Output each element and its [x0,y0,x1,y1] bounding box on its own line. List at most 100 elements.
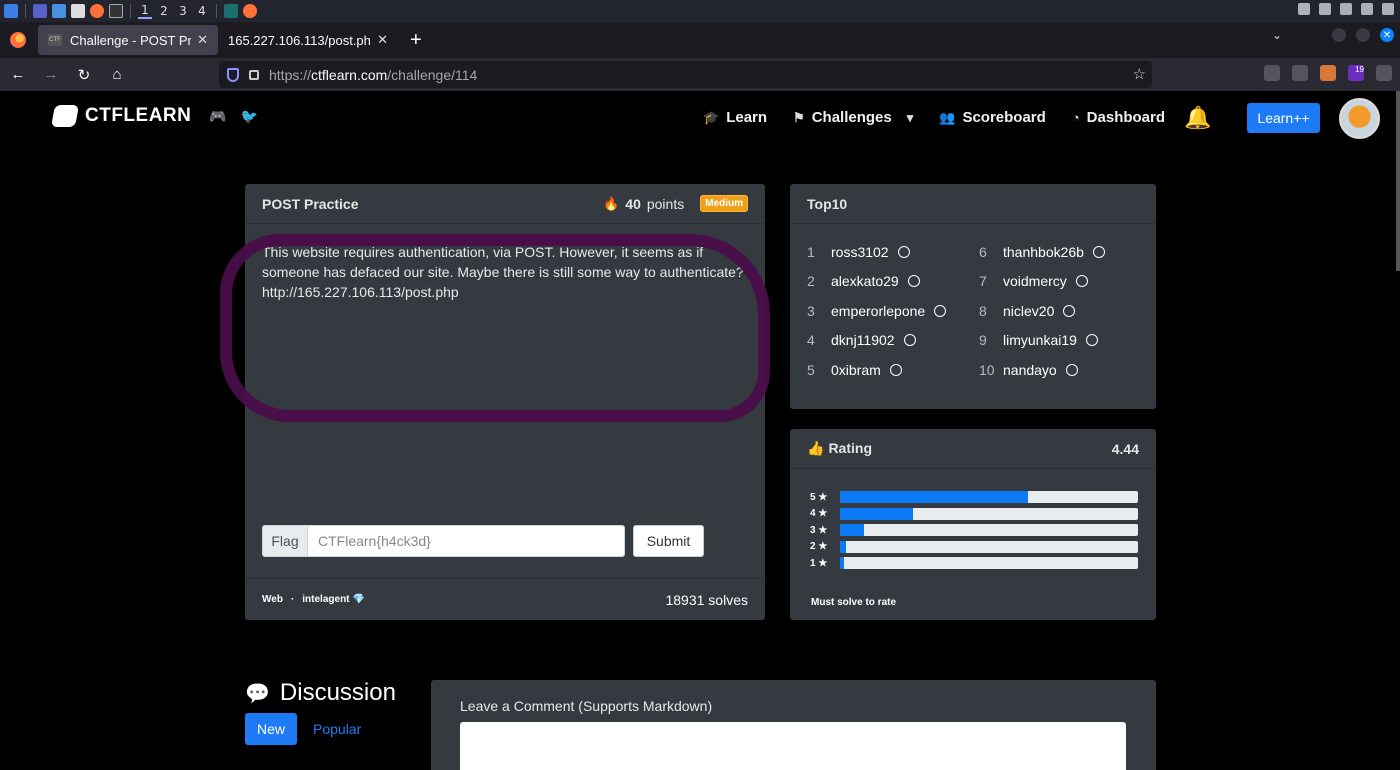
comment-textarea[interactable] [460,722,1126,770]
ctflearn-logo-icon [51,105,79,127]
nav-dashboard[interactable]: ◔ Dashboard [1072,109,1165,126]
divider [130,4,131,18]
nav-scoreboard[interactable]: 👥 Scoreboard [939,109,1046,126]
minimize-icon[interactable] [1332,28,1346,42]
url-bar[interactable]: https://ctflearn.com/challenge/114 ☆ [219,61,1152,88]
extension-avatar-icon[interactable] [1320,65,1336,81]
rating-stars-label: 2 ★ [810,541,828,553]
bookmark-star-icon[interactable]: ☆ [1133,65,1146,83]
list-item[interactable]: 1 ross3102 [807,242,979,262]
rating-bar-fill [840,540,846,553]
rating-header: 👍 Rating 4.44 [790,429,1156,469]
tab-popular[interactable]: Popular [313,721,361,737]
new-tab-icon[interactable]: + [410,29,422,52]
rating-bars: 5 ★ 4 ★ 3 ★ 2 ★ 1 ★ [810,489,1140,572]
tab-challenge[interactable]: CTF Challenge - POST Practice ✕ [38,25,218,55]
submit-button[interactable]: Submit [633,525,704,557]
site-logo[interactable]: CTFLEARN [51,105,192,127]
firefox-window-icon[interactable] [243,4,257,18]
nav-learn[interactable]: 🎓 Learn [703,109,767,126]
close-icon[interactable]: ✕ [377,32,388,48]
lock-icon[interactable] [249,69,259,80]
firefox-icon[interactable] [90,4,104,18]
list-item[interactable]: 8 niclev20 [979,301,1151,321]
workspace-2[interactable]: 2 [157,4,171,18]
back-icon[interactable]: ← [3,66,33,83]
list-item[interactable]: 9 limyunkai19 [979,331,1151,351]
username[interactable]: 0xibram [831,362,881,378]
avatar[interactable] [1339,98,1380,139]
hamburger-menu-icon[interactable] [1376,65,1392,81]
nav-scoreboard-label: Scoreboard [962,109,1046,126]
twitter-icon[interactable]: 🐦 [240,108,257,125]
clock-icon [1075,275,1088,288]
home-icon[interactable]: ⌂ [102,66,132,83]
username[interactable]: emperorlepone [831,303,925,319]
nav-dashboard-label: Dashboard [1086,109,1166,126]
discord-icon[interactable]: 🎮 [209,108,226,125]
power-icon[interactable] [1382,3,1394,15]
list-item[interactable]: 2 alexkato29 [807,272,979,292]
list-item[interactable]: 7 voidmercy [979,272,1151,292]
list-item[interactable]: 4 dknj11902 [807,331,979,351]
username[interactable]: voidmercy [1003,273,1067,289]
points-label: points [646,195,685,212]
extensions-icon[interactable] [1292,65,1308,81]
username[interactable]: niclev20 [1003,303,1054,319]
workspace-1[interactable]: 1 [138,3,152,19]
discussion-title: Discussion [279,679,396,706]
challenge-category[interactable]: Web [262,594,283,605]
rank: 6 [979,243,987,260]
display-icon[interactable] [1298,3,1310,15]
close-window-icon[interactable]: ✕ [1380,28,1394,42]
tab-new[interactable]: New [245,713,297,745]
challenge-author[interactable]: intelagent [302,594,349,605]
bell-icon[interactable]: 🔔 [1184,105,1211,131]
reload-icon[interactable]: ↻ [69,66,99,84]
username[interactable]: thanhbok26b [1003,244,1084,260]
learn-plus-plus-button[interactable]: Learn++ [1247,103,1320,133]
nav-challenges[interactable]: ⚑ Challenges ▾ [793,109,913,126]
list-item[interactable]: 3 emperorlepone [807,301,979,321]
list-item[interactable]: 10 nandayo [979,360,1151,380]
username[interactable]: dknj11902 [831,332,895,348]
flag-input[interactable]: CTFlearn{h4ck3d} [308,525,625,557]
lock-icon[interactable] [1361,3,1373,15]
pocket-icon[interactable] [1264,65,1280,81]
close-icon[interactable]: ✕ [197,32,208,48]
comment-card: Leave a Comment (Supports Markdown) [431,680,1156,770]
rating-stars-label: 5 ★ [810,491,828,503]
window-icon[interactable] [224,4,238,18]
list-item[interactable]: 5 0xibram [807,360,979,380]
menu-icon[interactable] [4,4,18,18]
extension-badge-icon[interactable]: 19 [1348,65,1364,81]
logo-text: CTFLEARN [85,105,192,126]
rating-bar-track [840,540,1138,553]
username[interactable]: nandayo [1003,362,1057,378]
username[interactable]: limyunkai19 [1003,332,1077,348]
notification-icon[interactable] [1340,3,1352,15]
terminal-icon[interactable] [109,4,123,18]
desktop-icon[interactable] [33,4,47,18]
chevron-down-icon[interactable]: ⌄ [1272,28,1282,42]
rank: 3 [807,302,815,319]
clock-icon [1092,245,1105,258]
workspace-3[interactable]: 3 [176,4,190,18]
divider [25,4,26,18]
username[interactable]: alexkato29 [831,273,899,289]
list-item[interactable]: 6 thanhbok26b [979,242,1151,262]
scrollbar[interactable] [1396,91,1400,271]
volume-icon[interactable] [1319,3,1331,15]
rating-bar-track [840,507,1138,520]
tab-post-php[interactable]: 165.227.106.113/post.php ✕ [218,25,398,55]
url-path: /challenge/114 [387,66,478,83]
username[interactable]: ross3102 [831,244,889,260]
forward-icon[interactable]: → [36,66,66,83]
maximize-icon[interactable] [1356,28,1370,42]
shield-icon[interactable] [227,67,239,82]
folder-icon[interactable] [52,4,66,18]
text-editor-icon[interactable] [71,4,85,18]
workspace-4[interactable]: 4 [195,4,209,18]
toolbar-extensions: 19 [1264,65,1392,81]
discussion-tabs: New Popular [245,713,361,745]
